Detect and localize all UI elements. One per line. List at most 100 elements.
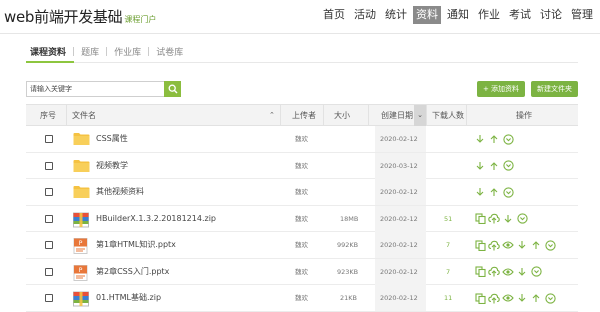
table-row[interactable]: CSS属性 魏欢 2020-02-12	[26, 126, 578, 153]
preview-icon[interactable]	[502, 239, 514, 251]
cloud-upload-icon[interactable]	[488, 266, 500, 278]
nav-item[interactable]: 首页	[320, 6, 348, 24]
table-row[interactable]: 视频教学 魏欢 2020-03-12	[26, 152, 578, 179]
row-checkbox[interactable]	[45, 294, 53, 302]
brand[interactable]: web前端开发基础 课程门户	[4, 6, 156, 27]
sort-asc-icon[interactable]: ⌃	[269, 105, 275, 126]
col-downloads: 下载人数	[432, 111, 464, 120]
chevron-down-circle-icon[interactable]	[544, 292, 556, 304]
new-folder-button[interactable]: 新建文件夹	[531, 81, 578, 97]
col-size: 大小	[334, 111, 350, 120]
cloud-upload-icon[interactable]	[488, 239, 500, 251]
table-header: 序号 文件名 ⌃ 上传者 大小 创建日期 ⌄ 下载人数 操作	[26, 104, 578, 126]
uploader: 魏欢	[295, 161, 308, 170]
file-size: 923KB	[337, 267, 359, 276]
subtab[interactable]: 作业库	[114, 45, 141, 58]
created-date: 2020-02-12	[375, 205, 426, 232]
column-divider	[426, 105, 427, 126]
chevron-down-circle-icon[interactable]	[502, 160, 514, 172]
download-count: 11	[444, 294, 453, 302]
download-count: 7	[446, 241, 451, 249]
col-date[interactable]: 创建日期	[381, 105, 413, 126]
uploader: 魏欢	[295, 135, 308, 143]
subtab[interactable]: 试卷库	[156, 45, 183, 58]
nav-item[interactable]: 管理	[568, 6, 596, 24]
preview-icon[interactable]	[502, 266, 514, 278]
copy-icon[interactable]	[474, 213, 486, 225]
file-name[interactable]: 其他视频资料	[96, 179, 144, 205]
row-checkbox[interactable]	[45, 188, 53, 196]
created-date: 2020-02-12	[375, 179, 426, 205]
row-checkbox[interactable]	[45, 241, 53, 249]
nav-item[interactable]: 讨论	[537, 6, 565, 24]
file-name[interactable]: 第1章HTML知识.pptx	[96, 232, 176, 258]
file-name[interactable]: CSS属性	[96, 126, 128, 152]
brand-subtitle[interactable]: 课程门户	[124, 14, 156, 25]
chevron-down-circle-icon[interactable]	[530, 266, 542, 278]
cloud-upload-icon[interactable]	[488, 213, 500, 225]
download-icon[interactable]	[474, 133, 486, 145]
file-name[interactable]: 视频教学	[96, 153, 128, 179]
copy-icon[interactable]	[474, 292, 486, 304]
arrow-up-icon[interactable]	[488, 186, 500, 198]
table-row[interactable]: HBuilderX.1.3.2.20181214.zip 魏欢 18MB 2020-0…	[26, 205, 578, 232]
table-row[interactable]: 01.HTML基础.zip 魏欢 21KB 2020-02-12 11	[26, 285, 578, 312]
row-actions	[474, 239, 558, 251]
download-icon[interactable]	[516, 266, 528, 278]
table-row[interactable]: P 第1章HTML知识.pptx 魏欢 992KB 2020-02-12 7	[26, 232, 578, 259]
table-row[interactable]: P 第2章CSS入门.pptx 魏欢 923KB 2020-02-12 7	[26, 258, 578, 285]
nav-item[interactable]: 统计	[382, 6, 410, 24]
uploader: 魏欢	[295, 294, 308, 302]
chevron-down-circle-icon[interactable]	[502, 186, 514, 198]
preview-icon[interactable]	[502, 292, 514, 304]
nav-item[interactable]: 资料	[413, 6, 441, 24]
uploader: 魏欢	[295, 188, 308, 196]
subtab[interactable]: 题库	[81, 45, 99, 58]
file-name[interactable]: 第2章CSS入门.pptx	[96, 259, 169, 285]
ppt-file-icon: P	[73, 264, 89, 281]
folder-icon	[73, 159, 90, 174]
download-icon[interactable]	[516, 239, 528, 251]
chevron-down-circle-icon[interactable]	[544, 239, 556, 251]
svg-text:P: P	[79, 267, 83, 274]
column-divider	[466, 105, 467, 126]
arrow-up-icon[interactable]	[530, 239, 542, 251]
nav-item[interactable]: 考试	[506, 6, 534, 24]
download-icon[interactable]	[502, 213, 514, 225]
download-count: 7	[446, 267, 451, 276]
materials-table: 序号 文件名 ⌃ 上传者 大小 创建日期 ⌄ 下载人数 操作 CSS属性 魏欢 20…	[26, 104, 578, 312]
arrow-up-icon[interactable]	[488, 133, 500, 145]
nav-item[interactable]: 作业	[475, 6, 503, 24]
file-name[interactable]: 01.HTML基础.zip	[96, 285, 161, 311]
search-button[interactable]	[164, 81, 181, 97]
download-icon[interactable]	[474, 160, 486, 172]
search-input[interactable]	[27, 82, 164, 96]
nav-item[interactable]: 活动	[351, 6, 379, 24]
created-date: 2020-02-12	[375, 285, 426, 311]
table-row[interactable]: 其他视频资料 魏欢 2020-02-12	[26, 179, 578, 206]
row-checkbox[interactable]	[45, 161, 53, 170]
brand-title[interactable]: web前端开发基础	[4, 6, 123, 27]
add-material-button[interactable]: + 添加资料	[477, 81, 525, 97]
col-filename[interactable]: 文件名	[72, 105, 96, 126]
row-checkbox[interactable]	[45, 214, 53, 223]
copy-icon[interactable]	[474, 239, 486, 251]
folder-icon	[73, 132, 90, 147]
arrow-up-icon[interactable]	[488, 160, 500, 172]
sort-desc-icon[interactable]: ⌄	[414, 105, 426, 126]
file-size: 992KB	[337, 241, 359, 249]
cloud-upload-icon[interactable]	[488, 292, 500, 304]
download-icon[interactable]	[516, 292, 528, 304]
arrow-up-icon[interactable]	[530, 292, 542, 304]
chevron-down-circle-icon[interactable]	[516, 213, 528, 225]
column-divider	[280, 105, 281, 126]
row-checkbox[interactable]	[45, 135, 53, 143]
copy-icon[interactable]	[474, 266, 486, 278]
chevron-down-circle-icon[interactable]	[502, 133, 514, 145]
uploader: 魏欢	[295, 214, 308, 223]
nav-item[interactable]: 通知	[444, 6, 472, 24]
row-checkbox[interactable]	[45, 267, 53, 276]
subtab[interactable]: 课程资料	[30, 45, 66, 58]
download-icon[interactable]	[474, 186, 486, 198]
file-name[interactable]: HBuilderX.1.3.2.20181214.zip	[96, 206, 216, 232]
